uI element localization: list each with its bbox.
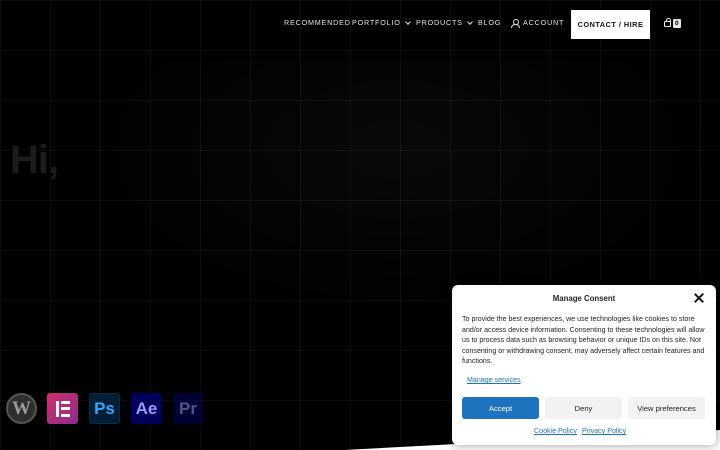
consent-description: To provide the best experiences, we use … — [462, 315, 705, 366]
main-navigation: RECOMMENDED PORTFOLIO PRODUCTS BLOG ACCO… — [0, 0, 720, 50]
nav-item-products[interactable]: PRODUCTS — [416, 18, 473, 27]
cart-button[interactable]: 0 — [664, 17, 681, 28]
chevron-down-icon — [404, 18, 411, 25]
nav-label: PORTFOLIO — [352, 18, 401, 27]
user-icon — [511, 18, 520, 28]
nav-label: RECOMMENDED — [284, 18, 351, 27]
nav-label: BLOG — [478, 18, 502, 27]
nav-item-blog[interactable]: BLOG — [478, 18, 501, 27]
contact-hire-button[interactable]: CONTACT / HIRE — [571, 10, 650, 39]
deny-button[interactable]: Deny — [545, 397, 622, 419]
premiere-icon: Pr — [173, 393, 203, 424]
nav-item-account[interactable]: ACCOUNT — [511, 18, 565, 28]
cart-count-badge: 0 — [673, 19, 681, 28]
wordpress-icon: W — [6, 393, 37, 424]
consent-dialog: Manage Consent To provide the best exper… — [452, 285, 716, 445]
shopping-bag-icon — [664, 17, 671, 27]
hero-title: Hi, — [10, 138, 59, 182]
chevron-down-icon — [466, 18, 473, 25]
manage-services-link[interactable]: Manage services — [467, 376, 521, 384]
cookie-policy-link[interactable]: Cookie Policy — [534, 427, 577, 435]
elementor-icon — [47, 393, 78, 424]
close-icon[interactable] — [694, 293, 704, 303]
accept-button[interactable]: Accept — [462, 397, 539, 419]
photoshop-icon: Ps — [89, 393, 120, 424]
nav-label: PRODUCTS — [416, 18, 463, 27]
nav-item-recommended[interactable]: RECOMMENDED — [284, 18, 351, 27]
nav-item-portfolio[interactable]: PORTFOLIO — [352, 18, 411, 27]
view-preferences-button[interactable]: View preferences — [628, 397, 705, 419]
after-effects-icon: Ae — [131, 393, 162, 424]
privacy-policy-link[interactable]: Privacy Policy — [582, 427, 626, 435]
consent-title: Manage Consent — [552, 294, 616, 303]
nav-label: ACCOUNT — [523, 18, 565, 27]
